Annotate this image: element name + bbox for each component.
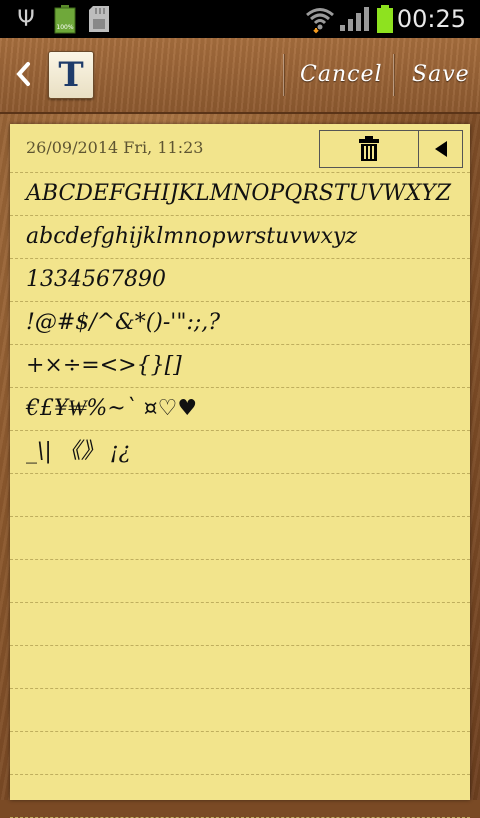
font-style-icon: T: [58, 55, 84, 95]
wifi-icon: [305, 0, 335, 38]
collapse-button[interactable]: [419, 131, 462, 167]
trash-icon: [359, 136, 379, 161]
status-bar: Ψ 100% 00:25: [0, 0, 480, 38]
note-paper[interactable]: 26/09/2014 Fri, 11:23 ABCDEFGHIJKLMNOPQR…: [10, 124, 470, 818]
note-line[interactable]: [10, 646, 470, 689]
note-tools: [319, 130, 463, 168]
back-button[interactable]: [8, 52, 38, 96]
note-line[interactable]: [10, 732, 470, 775]
cancel-button[interactable]: Cancel: [300, 52, 383, 98]
note-line[interactable]: ABCDEFGHIJKLMNOPQRSTUVWXYZ: [10, 173, 470, 216]
note-line[interactable]: [10, 689, 470, 732]
save-button[interactable]: Save: [412, 52, 470, 98]
note-line[interactable]: [10, 517, 470, 560]
note-line[interactable]: [10, 603, 470, 646]
divider: [393, 54, 394, 96]
font-style-button[interactable]: T: [48, 51, 94, 99]
note-line[interactable]: 1334567890: [10, 259, 470, 302]
note-line[interactable]: [10, 775, 470, 818]
note-line[interactable]: [10, 474, 470, 517]
note-date: 26/09/2014 Fri, 11:23: [26, 138, 204, 157]
sd-card-icon: [86, 0, 112, 38]
clock: 00:25: [396, 5, 466, 33]
divider: [283, 54, 284, 96]
note-line[interactable]: [10, 560, 470, 603]
note-header: 26/09/2014 Fri, 11:23: [10, 124, 470, 173]
battery-full-icon: 100%: [52, 0, 78, 38]
triangle-left-icon: [434, 141, 447, 157]
usb-icon: Ψ: [17, 6, 35, 32]
note-line[interactable]: €£¥₩%~` ¤♡♥: [10, 388, 470, 431]
note-text-area[interactable]: ABCDEFGHIJKLMNOPQRSTUVWXYZ abcdefghijklmn…: [10, 173, 470, 818]
signal-strength-icon: [338, 0, 372, 38]
action-bar: T Cancel Save: [0, 38, 480, 114]
battery-icon: [374, 0, 396, 38]
note-line[interactable]: abcdefghijklmnopwrstuvwxyz: [10, 216, 470, 259]
note-line[interactable]: +×÷=<>{}[]: [10, 345, 470, 388]
note-line[interactable]: _\| 《》 ¡¿: [10, 431, 470, 474]
chevron-left-icon: [16, 62, 30, 86]
delete-button[interactable]: [320, 131, 419, 167]
battery-percent-label: 100%: [56, 24, 73, 31]
note-line[interactable]: !@#$/^&*()-'":;,?: [10, 302, 470, 345]
